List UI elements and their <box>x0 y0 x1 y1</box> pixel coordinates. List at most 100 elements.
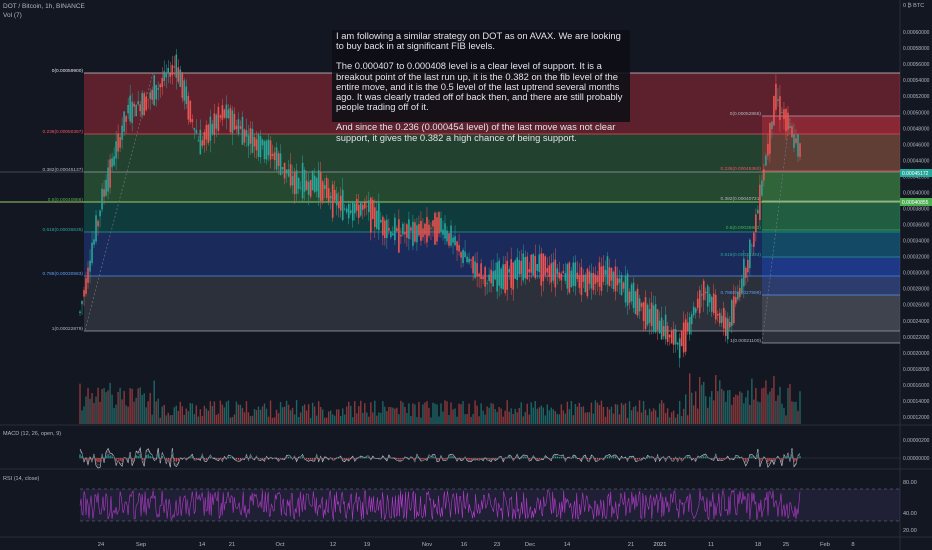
price-candle <box>468 258 470 263</box>
y-tick-label: 0.00030000 <box>903 271 930 277</box>
x-tick-label: 24 <box>98 542 105 548</box>
volume-bar <box>195 405 198 424</box>
price-candle <box>363 202 366 209</box>
macd-histogram-bar <box>189 457 191 459</box>
volume-bar <box>715 375 717 424</box>
price-candle <box>572 262 575 286</box>
volume-bar <box>606 407 609 424</box>
price-candle <box>357 204 360 218</box>
volume-bar <box>690 392 693 424</box>
price-candle <box>91 242 93 264</box>
price-candle <box>317 170 320 198</box>
price-candle <box>538 254 541 273</box>
macd-histogram-bar <box>751 456 753 459</box>
volume-bar <box>594 400 597 424</box>
price-candle <box>410 227 412 231</box>
volume-bar <box>731 404 733 424</box>
volume-bar <box>404 407 406 424</box>
volume-bar <box>554 411 557 424</box>
price-candle <box>751 245 753 246</box>
note-paragraph-1: I am following a similar strategy on DOT… <box>336 30 621 52</box>
volume-bar <box>797 410 799 424</box>
price-candle <box>504 264 506 294</box>
price-candle <box>380 219 382 223</box>
volume-bar <box>382 401 384 424</box>
price-candle <box>638 298 641 312</box>
price-candle <box>107 167 109 192</box>
price-candle <box>490 269 492 284</box>
volume-bar <box>380 412 382 424</box>
price-candle <box>231 110 234 134</box>
price-candle <box>87 267 89 283</box>
volume-bar <box>604 416 607 424</box>
volume-bar <box>406 412 408 424</box>
x-tick-label: 21 <box>229 542 235 548</box>
price-candle <box>434 212 436 245</box>
price-candle <box>470 259 472 261</box>
volume-bar <box>378 412 380 424</box>
volume-bar <box>426 401 428 424</box>
volume-bar <box>207 410 210 424</box>
volume-bar <box>628 401 631 424</box>
macd-histogram-bar <box>149 456 151 459</box>
price-candle <box>376 210 378 229</box>
price-candle <box>753 232 755 247</box>
macd-histogram-bar <box>677 458 679 460</box>
volume-bar <box>213 401 216 424</box>
price-candle <box>763 169 765 181</box>
volume-bar <box>139 387 141 424</box>
fib-level-label: 0.618(0.00036635) <box>42 227 83 233</box>
volume-bar <box>392 407 394 424</box>
price-candle <box>775 83 777 110</box>
volume-bar <box>536 408 538 424</box>
macd-histogram-bar <box>456 458 458 460</box>
macd-histogram-bar <box>109 456 111 459</box>
price-candle <box>339 195 342 211</box>
macd-histogram-bar <box>687 457 689 459</box>
volume-bar <box>514 408 516 424</box>
price-candle <box>690 314 693 325</box>
price-candle <box>303 169 306 192</box>
price-candle <box>281 167 284 170</box>
volume-bar <box>424 402 426 424</box>
volume-bar <box>340 416 342 424</box>
volume-bar <box>735 394 737 424</box>
macd-histogram-bar <box>107 454 109 459</box>
volume-bar <box>498 407 500 424</box>
fib-level-label: 0.786(0.00030583) <box>42 271 83 277</box>
macd-histogram-bar <box>430 457 432 459</box>
volume-bar <box>670 412 673 424</box>
volume-bar <box>165 415 167 424</box>
volume-bar <box>500 408 502 424</box>
price-candle <box>737 292 739 300</box>
volume-bar <box>245 401 248 424</box>
volume-bar <box>510 408 512 424</box>
price-candle <box>283 162 286 179</box>
price-candle <box>171 64 174 76</box>
volume-bar <box>528 414 530 424</box>
volume-bar <box>660 400 663 424</box>
price-candle <box>731 300 733 326</box>
volume-bar <box>444 400 446 424</box>
volume-bar <box>131 388 133 424</box>
price-candle <box>702 280 705 301</box>
macd-histogram-bar <box>522 456 524 459</box>
volume-bar <box>739 391 741 424</box>
macd-histogram-bar <box>229 457 232 459</box>
volume-bar <box>438 416 440 424</box>
volume-bar <box>699 377 701 424</box>
volume-bar <box>620 402 623 424</box>
volume-bar <box>356 413 358 424</box>
volume-bar <box>450 402 452 424</box>
price-candle <box>662 326 665 337</box>
price-candle <box>195 129 198 134</box>
macd-histogram-bar <box>608 456 611 459</box>
x-tick-label: 19 <box>364 542 370 548</box>
volume-bar <box>129 388 131 424</box>
price-candle <box>374 207 376 227</box>
volume-bar <box>721 388 723 424</box>
volume-bar <box>285 400 288 424</box>
price-candle <box>299 187 302 189</box>
y-tick-label: 0.00038000 <box>903 206 930 212</box>
macd-histogram-bar <box>681 458 683 460</box>
